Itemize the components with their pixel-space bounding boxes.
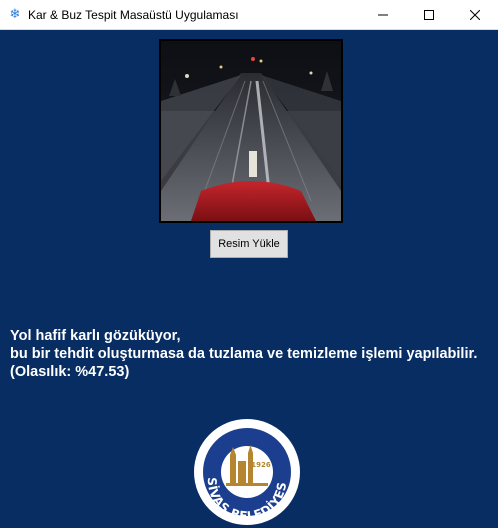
main-content: Resim Yükle Yol hafif karlı gözüküyor, b… bbox=[0, 30, 498, 528]
logo-year: 1926 bbox=[251, 461, 271, 469]
maximize-button[interactable] bbox=[406, 0, 452, 29]
close-icon bbox=[470, 9, 480, 20]
minimize-button[interactable] bbox=[360, 0, 406, 29]
window-title: Kar & Buz Tespit Masaüstü Uygulaması bbox=[28, 7, 239, 22]
result-line-1: Yol hafif karlı gözüküyor, bbox=[10, 328, 181, 344]
result-line-3: (Olasılık: %47.53) bbox=[10, 364, 130, 380]
snowflake-icon: ❄ bbox=[9, 7, 21, 22]
result-message: Yol hafif karlı gözüküyor, bu bir tehdit… bbox=[10, 327, 490, 381]
maximize-icon bbox=[424, 9, 434, 20]
close-button[interactable] bbox=[452, 0, 498, 29]
road-image bbox=[159, 39, 343, 223]
result-line-2: bu bir tehdit oluşturmasa da tuzlama ve … bbox=[10, 346, 478, 362]
sivas-belediyesi-logo: 1926 SİVAS BELEDİYESİ bbox=[186, 417, 308, 528]
title-bar[interactable]: ❄ Kar & Buz Tespit Masaüstü Uygulaması bbox=[0, 0, 498, 30]
minimize-icon bbox=[378, 14, 388, 15]
upload-image-button[interactable]: Resim Yükle bbox=[210, 230, 288, 258]
